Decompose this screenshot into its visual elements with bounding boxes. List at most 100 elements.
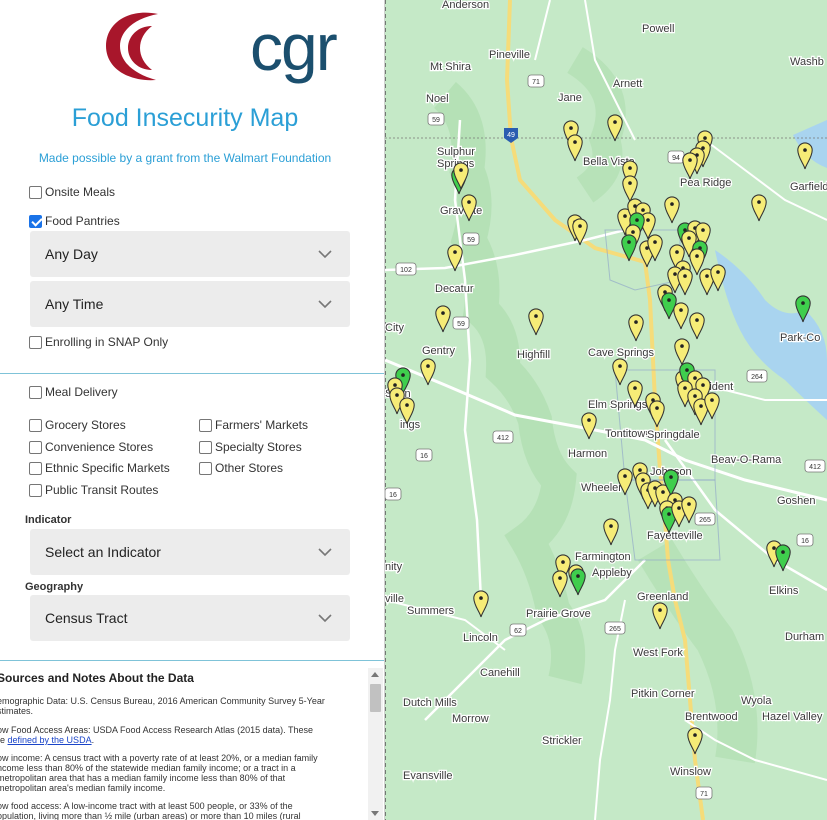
ethnic-markets-box[interactable]: [29, 461, 42, 475]
place-label: Hazel Valley: [762, 711, 823, 723]
svg-text:59: 59: [467, 237, 475, 244]
scroll-down-arrow-icon[interactable]: [371, 811, 379, 816]
svg-text:49: 49: [507, 132, 515, 139]
place-label: Winslow: [670, 766, 711, 778]
usda-definition-link[interactable]: defined by the USDA: [8, 735, 92, 745]
highway-shield: 265: [694, 512, 716, 526]
grocery-stores-checkbox[interactable]: Grocery Stores: [29, 418, 126, 432]
transit-routes-box[interactable]: [29, 483, 42, 497]
specialty-stores-checkbox[interactable]: Specialty Stores: [199, 440, 302, 454]
specialty-stores-box[interactable]: [199, 440, 212, 454]
highway-shield: 264: [746, 369, 768, 383]
place-label: Elkins: [769, 585, 799, 597]
indicator-label: Indicator: [25, 514, 72, 526]
highway-shield: 59: [427, 112, 445, 126]
other-stores-box[interactable]: [199, 461, 212, 475]
meal-delivery-checkbox[interactable]: Meal Delivery: [29, 385, 118, 399]
grocery-stores-box[interactable]: [29, 418, 42, 432]
place-label: Anderson: [442, 0, 489, 11]
indicator-select[interactable]: Select an Indicator: [30, 529, 350, 575]
onsite-meals-checkbox[interactable]: Onsite Meals: [29, 185, 115, 199]
place-label: Springdale: [647, 429, 700, 441]
place-label: Gentry: [422, 345, 456, 357]
meal-delivery-box[interactable]: [29, 385, 42, 399]
place-label: Appleby: [592, 567, 632, 579]
place-label: Pitkin Corner: [631, 688, 695, 700]
onsite-meals-label: Onsite Meals: [45, 185, 116, 199]
place-label: Sulphur: [437, 146, 475, 158]
place-label: Canehill: [480, 667, 520, 679]
transit-routes-label: Public Transit Routes: [45, 483, 159, 497]
food-pantries-checkbox[interactable]: Food Pantries: [29, 214, 120, 228]
scroll-thumb[interactable]: [370, 684, 381, 712]
notes-divider: [0, 660, 384, 661]
place-label: Decatur: [435, 283, 474, 295]
onsite-meals-box[interactable]: [29, 185, 42, 199]
transit-routes-checkbox[interactable]: Public Transit Routes: [29, 483, 158, 497]
cgr-logo-text: cgr: [250, 10, 338, 84]
section-divider: [0, 373, 384, 374]
specialty-stores-label: Specialty Stores: [215, 440, 302, 454]
meal-delivery-label: Meal Delivery: [45, 385, 118, 399]
map-canvas[interactable]: 71 59 49 94 59 102 59 412 16 16 265 16 2…: [385, 0, 827, 820]
convenience-stores-box[interactable]: [29, 440, 42, 454]
other-stores-checkbox[interactable]: Other Stores: [199, 461, 283, 475]
sources-notes-panel[interactable]: Sources and Notes About the Data emograp…: [0, 662, 384, 820]
geography-label: Geography: [25, 581, 84, 593]
place-label: Highfill: [517, 349, 550, 361]
highway-shield: 412: [492, 430, 514, 444]
note-low-income-line3: metropolitan area that has a median fami…: [0, 773, 286, 783]
scroll-up-arrow-icon[interactable]: [371, 672, 379, 677]
day-select-value: Any Day: [45, 246, 98, 262]
place-label: Harmon: [568, 448, 607, 460]
note-demographic-line2: stimates.: [0, 706, 34, 716]
highway-shield: 71: [695, 786, 713, 800]
highway-shield: 16: [385, 487, 402, 501]
place-label: Morrow: [452, 713, 489, 725]
place-label: Arnett: [613, 78, 642, 90]
svg-text:59: 59: [457, 321, 465, 328]
note-low-food-end: .: [91, 735, 95, 745]
geography-select[interactable]: Census Tract: [30, 595, 350, 641]
note-low-income: ow income: A census tract with a poverty…: [0, 753, 362, 793]
place-label: Washb: [790, 56, 824, 68]
time-select[interactable]: Any Time: [30, 281, 350, 327]
place-label: Park-Co: [780, 332, 820, 344]
highway-shield: 102: [395, 262, 417, 276]
farmers-markets-checkbox[interactable]: Farmers' Markets: [199, 418, 308, 432]
place-label: Pineville: [489, 49, 530, 61]
svg-text:71: 71: [532, 79, 540, 86]
enrolling-snap-checkbox[interactable]: Enrolling in SNAP Only: [29, 335, 168, 349]
place-label: Goshen: [777, 495, 816, 507]
svg-text:59: 59: [432, 117, 440, 124]
highway-shield: 265: [604, 621, 626, 635]
geography-select-value: Census Tract: [45, 610, 128, 626]
day-select[interactable]: Any Day: [30, 231, 350, 277]
notes-scrollbar[interactable]: [368, 668, 383, 820]
place-label: Fayetteville: [647, 530, 703, 542]
farmers-markets-box[interactable]: [199, 418, 212, 432]
note-low-income-line1: ow income: A census tract with a poverty…: [0, 753, 318, 763]
place-label: Lincoln: [463, 632, 498, 644]
food-map[interactable]: 71 59 49 94 59 102 59 412 16 16 265 16 2…: [385, 0, 827, 820]
place-label: Greenland: [637, 591, 688, 603]
cgr-logo-mark: [106, 12, 158, 81]
svg-text:265: 265: [609, 626, 621, 633]
svg-text:94: 94: [672, 155, 680, 162]
convenience-stores-checkbox[interactable]: Convenience Stores: [29, 440, 153, 454]
place-label: Beav-O-Rama: [711, 454, 782, 466]
highway-shield: 59: [452, 316, 470, 330]
chevron-down-icon: [318, 299, 332, 308]
place-label: Summers: [407, 605, 455, 617]
place-label: Mt Shira: [430, 61, 472, 73]
food-pantries-label: Food Pantries: [45, 214, 120, 228]
svg-text:412: 412: [497, 435, 509, 442]
place-label: Pea Ridge: [680, 177, 731, 189]
enrolling-snap-box[interactable]: [29, 335, 42, 349]
svg-text:71: 71: [700, 791, 708, 798]
highway-shield: 71: [527, 74, 545, 88]
food-pantries-box[interactable]: [29, 214, 42, 228]
ethnic-markets-checkbox[interactable]: Ethnic Specific Markets: [29, 461, 170, 475]
note-demographic-line1: emographic Data: U.S. Census Bureau, 201…: [0, 696, 325, 706]
place-label: Dutch Mills: [403, 697, 457, 709]
